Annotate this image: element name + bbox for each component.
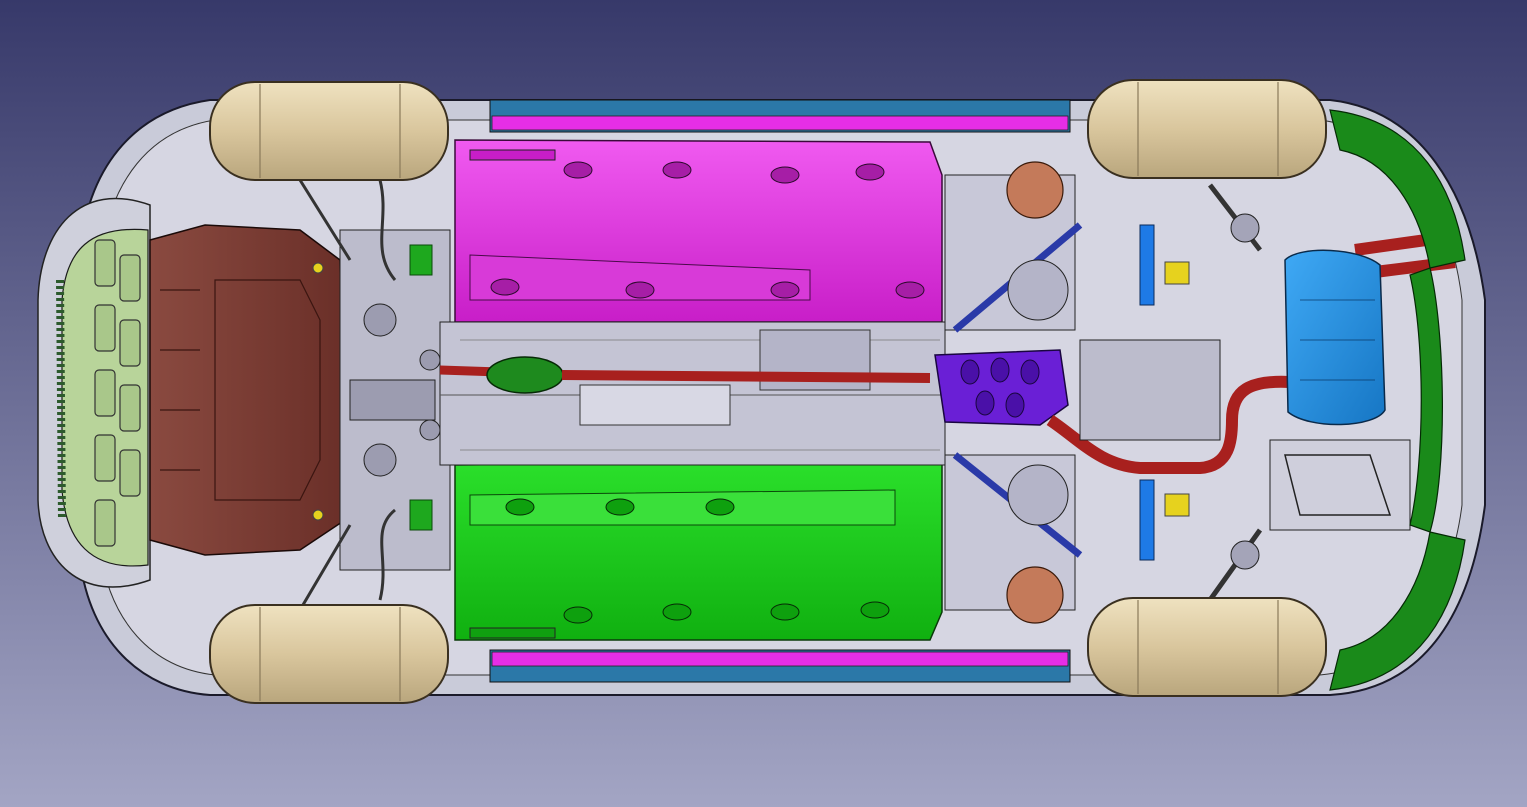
brake-disc-rear-right — [1006, 566, 1064, 624]
tire-front-left — [209, 81, 449, 181]
underbody-model-canvas[interactable] — [0, 0, 1527, 807]
side-sill-left — [489, 99, 1071, 133]
tire-front-right — [209, 604, 449, 704]
rear-diffuser — [1269, 439, 1411, 531]
floor-panel-right — [454, 459, 943, 641]
engine-undertray — [149, 224, 346, 556]
center-tunnel — [439, 321, 946, 466]
catalytic-converter — [486, 356, 564, 394]
side-sill-right — [489, 649, 1071, 683]
rear-muffler — [1284, 249, 1386, 426]
cad-3d-viewport[interactable] — [0, 0, 1527, 807]
floor-panel-left — [454, 139, 943, 323]
front-bumper — [37, 197, 151, 588]
tire-rear-left — [1087, 79, 1327, 179]
tire-rear-right — [1087, 597, 1327, 697]
brake-disc-rear-left — [1006, 161, 1064, 219]
